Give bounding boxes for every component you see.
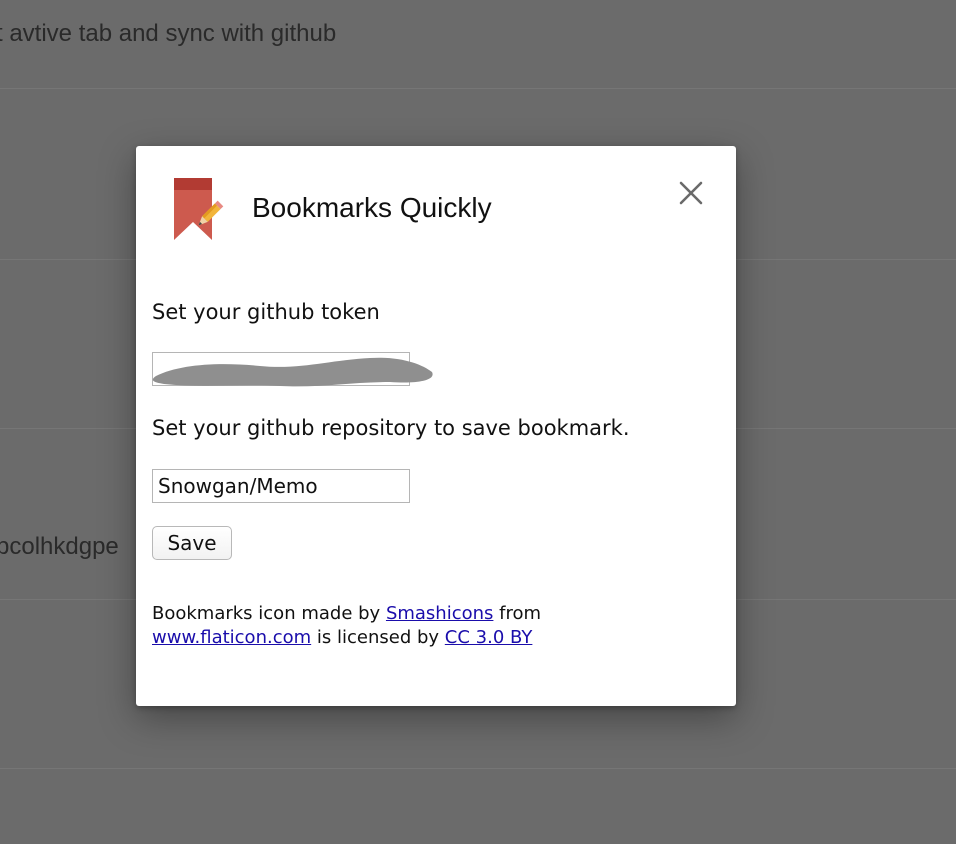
token-field-wrapper xyxy=(152,352,452,392)
options-dialog: Bookmarks Quickly Set your github token … xyxy=(136,146,736,706)
author-link[interactable]: Smashicons xyxy=(386,603,493,624)
background-row-text: pcolhkdgpe xyxy=(0,533,119,560)
license-link[interactable]: CC 3.0 BY xyxy=(445,627,533,648)
token-input[interactable] xyxy=(152,352,410,386)
dialog-title: Bookmarks Quickly xyxy=(252,192,492,223)
dialog-header: Bookmarks Quickly xyxy=(136,146,736,276)
repo-label: Set your github repository to save bookm… xyxy=(152,416,630,440)
background-row-text: t avtive tab and sync with github xyxy=(0,20,337,47)
close-icon xyxy=(679,181,703,205)
credits-license-text: is licensed by xyxy=(316,627,440,648)
icon-credits: Bookmarks icon made by Smashicons from w… xyxy=(152,602,712,650)
site-link[interactable]: www.flaticon.com xyxy=(152,627,311,648)
close-button[interactable] xyxy=(672,174,710,212)
token-label: Set your github token xyxy=(152,300,380,324)
credits-middle: from xyxy=(499,603,542,624)
credits-prefix: Bookmarks icon made by xyxy=(152,603,381,624)
repo-input[interactable] xyxy=(152,469,410,503)
save-button[interactable]: Save xyxy=(152,526,232,560)
bookmark-pencil-icon xyxy=(172,176,228,244)
background-row: t avtive tab and sync with github xyxy=(0,0,956,89)
